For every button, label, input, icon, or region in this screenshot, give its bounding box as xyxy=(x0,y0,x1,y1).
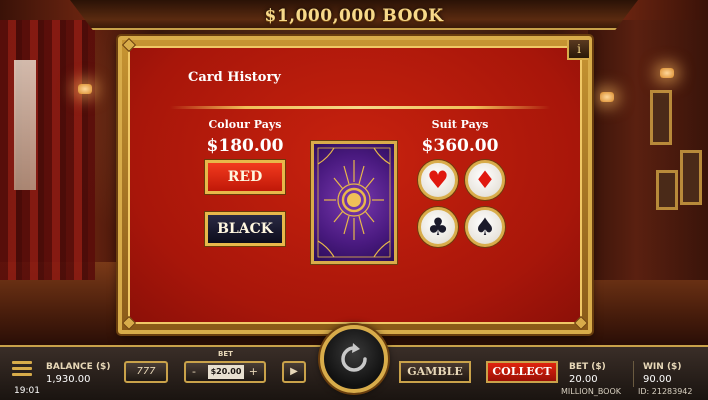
spin-button[interactable] xyxy=(320,325,388,393)
bet-amount-value: 20.00 xyxy=(569,374,598,385)
wall-lamp-icon xyxy=(78,84,92,94)
stat-divider xyxy=(633,361,634,387)
wall-painting xyxy=(650,90,672,145)
spades-icon: ♠ xyxy=(474,213,496,241)
left-window xyxy=(14,60,36,190)
gamble-button[interactable]: GAMBLE xyxy=(399,361,471,383)
wall-painting xyxy=(656,170,678,210)
red-button[interactable]: RED xyxy=(205,160,285,194)
clubs-button[interactable]: ♣ xyxy=(418,207,458,247)
game-title: $1,000,000 BOOK xyxy=(264,6,444,26)
bet-selector: - $20.00 + xyxy=(184,361,266,383)
bet-value: $20.00 xyxy=(208,365,244,379)
wall-painting xyxy=(680,150,702,205)
wall-lamp-icon xyxy=(660,68,674,78)
card-history-heading: Card History xyxy=(188,70,281,85)
suit-pays-label: Suit Pays xyxy=(431,118,489,131)
clubs-icon: ♣ xyxy=(427,213,449,241)
autoplay-button[interactable]: 777 xyxy=(124,361,168,383)
menu-icon[interactable] xyxy=(12,361,32,377)
hearts-icon: ♥ xyxy=(427,166,449,194)
suit-pays-amount: $360.00 xyxy=(421,136,499,156)
clock: 19:01 xyxy=(14,386,40,396)
bet-increase-button[interactable]: + xyxy=(249,365,258,378)
bet-decrease-button[interactable]: - xyxy=(192,365,196,378)
play-button[interactable]: ▶ xyxy=(282,361,306,383)
card-sun-icon xyxy=(317,147,391,258)
game-name: MILLION_BOOK xyxy=(561,387,622,396)
bet-title: BET xyxy=(218,350,233,358)
black-button[interactable]: BLACK xyxy=(205,212,285,246)
win-label: WIN ($) xyxy=(643,362,682,372)
info-button[interactable]: i xyxy=(567,38,591,60)
session-id: ID: 21283942 xyxy=(638,387,693,396)
hearts-button[interactable]: ♥ xyxy=(418,160,458,200)
diamonds-button[interactable]: ♦ xyxy=(465,160,505,200)
spades-button[interactable]: ♠ xyxy=(465,207,505,247)
win-value: 90.00 xyxy=(643,374,672,385)
balance-value: 1,930.00 xyxy=(46,374,91,385)
spin-arrow-icon xyxy=(341,343,367,372)
diamonds-icon: ♦ xyxy=(474,166,496,194)
collect-button[interactable]: COLLECT xyxy=(486,361,558,383)
heading-divider xyxy=(170,106,550,109)
balance-label: BALANCE ($) xyxy=(46,362,111,372)
bet-amount-label: BET ($) xyxy=(569,362,606,372)
colour-pays-amount: $180.00 xyxy=(206,136,284,156)
wall-lamp-icon xyxy=(600,92,614,102)
card-back xyxy=(311,141,397,264)
colour-pays-label: Colour Pays xyxy=(208,118,282,131)
